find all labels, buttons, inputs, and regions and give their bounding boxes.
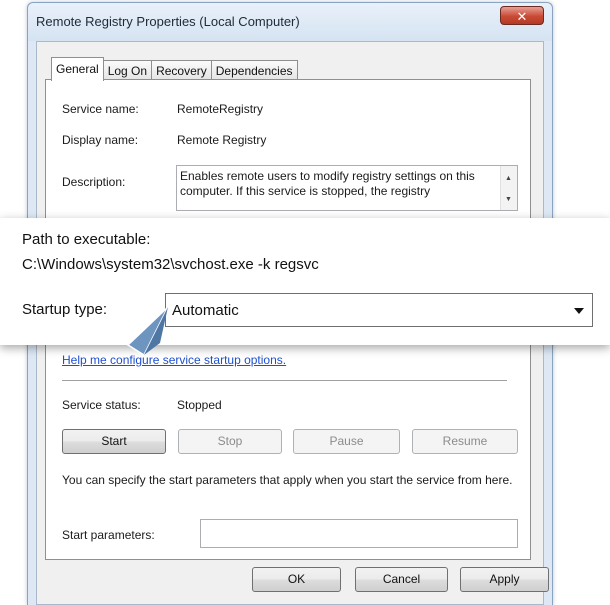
display-name-label: Display name: [62, 133, 139, 147]
help-configure-link[interactable]: Help me configure service startup option… [62, 353, 286, 367]
start-button[interactable]: Start [62, 429, 166, 454]
scroll-down-icon[interactable]: ▼ [505, 196, 512, 203]
zoom-callout: Path to executable: C:\Windows\system32\… [0, 218, 610, 345]
scroll-up-icon[interactable]: ▲ [505, 175, 512, 182]
description-text: Enables remote users to modify registry … [180, 169, 475, 198]
tab-dependencies[interactable]: Dependencies [210, 60, 298, 81]
service-name-label: Service name: [62, 102, 139, 116]
window-title: Remote Registry Properties (Local Comput… [36, 14, 300, 29]
path-to-executable-value: C:\Windows\system32\svchost.exe -k regsv… [22, 256, 319, 273]
callout-pointer-arrow [126, 306, 169, 355]
display-name-value[interactable]: Remote Registry [177, 133, 266, 147]
description-scrollbar[interactable]: ▲ ▼ [500, 166, 517, 210]
tab-strip: General Log On Recovery Dependencies [51, 57, 298, 81]
service-name-value[interactable]: RemoteRegistry [177, 102, 263, 116]
tab-general[interactable]: General [51, 57, 104, 81]
tab-log-on[interactable]: Log On [102, 60, 153, 81]
cancel-button[interactable]: Cancel [355, 567, 448, 592]
service-status-label: Service status: [62, 398, 141, 412]
path-to-executable-label: Path to executable: [22, 231, 151, 248]
close-button[interactable]: ✕ [500, 6, 544, 25]
ok-button[interactable]: OK [252, 567, 341, 592]
stop-button[interactable]: Stop [178, 429, 282, 454]
description-label: Description: [62, 175, 126, 189]
chevron-down-icon[interactable] [574, 308, 584, 314]
pause-button[interactable]: Pause [293, 429, 400, 454]
apply-button[interactable]: Apply [460, 567, 549, 592]
title-bar[interactable]: Remote Registry Properties (Local Comput… [28, 3, 552, 41]
startup-type-label: Startup type: [22, 301, 108, 318]
start-params-input[interactable] [200, 519, 518, 548]
startup-type-dropdown[interactable]: Automatic [165, 293, 593, 327]
start-params-note: You can specify the start parameters tha… [62, 473, 513, 487]
description-box[interactable]: Enables remote users to modify registry … [176, 165, 518, 211]
separator [62, 380, 507, 381]
resume-button[interactable]: Resume [412, 429, 518, 454]
tab-recovery[interactable]: Recovery [151, 60, 212, 81]
start-params-label: Start parameters: [62, 528, 155, 542]
service-status-value: Stopped [177, 398, 222, 412]
close-icon: ✕ [516, 9, 528, 24]
